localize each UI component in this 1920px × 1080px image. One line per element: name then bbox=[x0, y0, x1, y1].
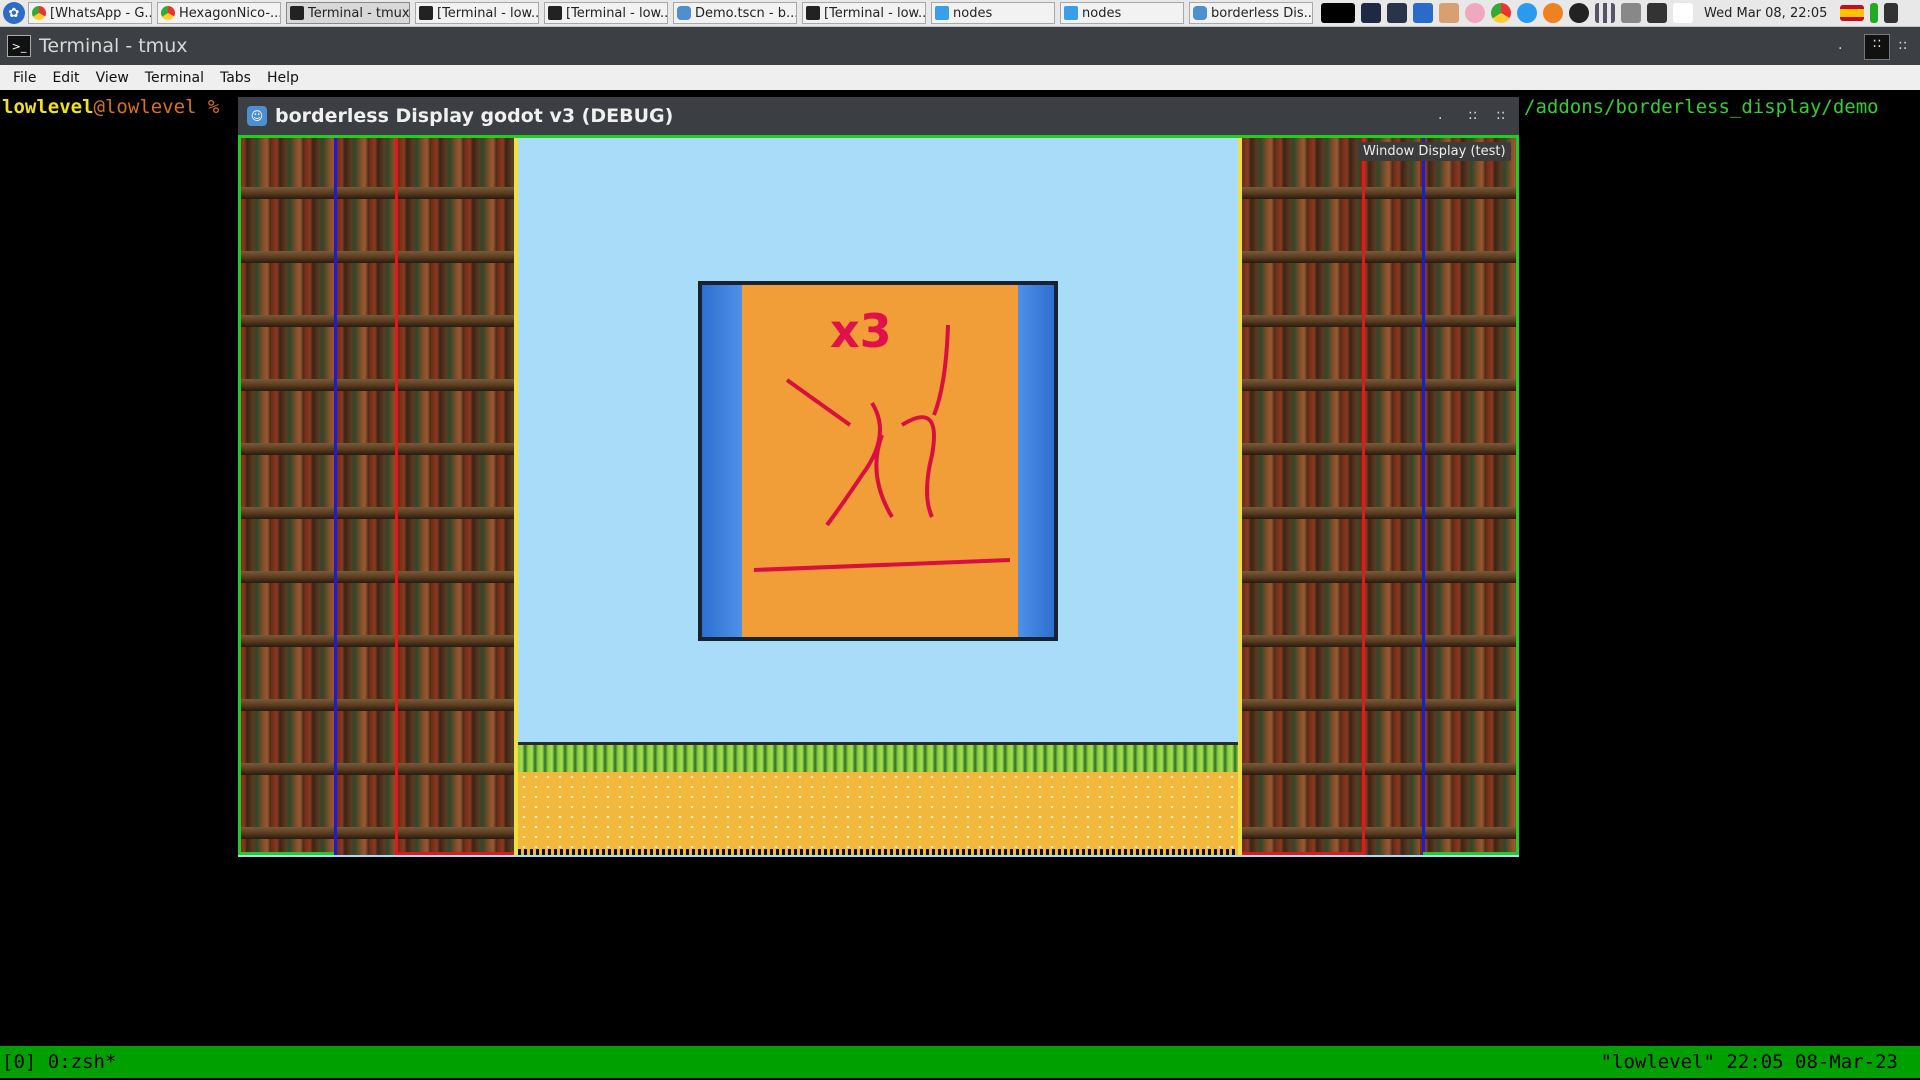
app-menu-icon[interactable]: ✿ bbox=[3, 2, 25, 24]
game-picture: x3 bbox=[698, 281, 1058, 641]
task-label: [Terminal - low... bbox=[824, 5, 926, 21]
task-label: [Terminal - low... bbox=[437, 5, 539, 21]
paint-icon[interactable] bbox=[1439, 3, 1459, 23]
task-label: Terminal - tmux bbox=[308, 5, 410, 21]
menu-tabs[interactable]: Tabs bbox=[217, 70, 254, 86]
picture-blue-left bbox=[702, 285, 742, 637]
battery-icon[interactable] bbox=[1870, 3, 1879, 23]
task-label: [Terminal - low... bbox=[566, 5, 668, 21]
task-label: [WhatsApp - G... bbox=[50, 5, 152, 21]
tmux-window-list[interactable]: [0] 0:zsh* bbox=[2, 1051, 116, 1073]
task-demo-tscn[interactable]: Demo.tscn - b... bbox=[673, 2, 797, 24]
task-label: Demo.tscn - b... bbox=[695, 5, 797, 21]
maximize-icon[interactable]: :: bbox=[1468, 107, 1477, 123]
menu-terminal[interactable]: Terminal bbox=[142, 70, 207, 86]
task-label: HexagonNico-... bbox=[179, 5, 281, 21]
right-blue-frame bbox=[1362, 135, 1425, 855]
terminal-title: Terminal - tmux bbox=[39, 35, 188, 57]
close-icon[interactable]: :: bbox=[1496, 107, 1505, 123]
minimize-icon[interactable]: . bbox=[1838, 37, 1842, 53]
tmux-status-right: "lowlevel" 22:05 08-Mar-23 bbox=[1600, 1051, 1898, 1073]
left-blue-frame bbox=[334, 135, 398, 855]
right-green-frame bbox=[1423, 135, 1519, 855]
folder-icon bbox=[1064, 6, 1078, 20]
task-label: nodes bbox=[953, 5, 993, 21]
ground-edge bbox=[518, 849, 1238, 855]
chrome-tray-icon[interactable] bbox=[1491, 3, 1511, 23]
chrome-icon bbox=[32, 6, 46, 20]
system-monitor-icon[interactable] bbox=[1361, 3, 1381, 23]
obs-icon[interactable] bbox=[1569, 3, 1589, 23]
clock[interactable]: Wed Mar 08, 22:05 bbox=[1704, 6, 1827, 21]
x3-label: x3 bbox=[830, 304, 892, 358]
window-display-tooltip: Window Display (test) bbox=[1358, 142, 1511, 161]
top-taskbar: ✿ [WhatsApp - G... HexagonNico-... Termi… bbox=[0, 0, 1920, 27]
menu-view[interactable]: View bbox=[93, 70, 132, 86]
menu-help[interactable]: Help bbox=[264, 70, 302, 86]
edge-icon[interactable] bbox=[1517, 3, 1537, 23]
godot-icon bbox=[677, 6, 691, 20]
godot-window-title: borderless Display godot v3 (DEBUG) bbox=[275, 105, 674, 127]
prompt-user: lowlevel bbox=[2, 96, 94, 118]
terminal-tray-icon[interactable] bbox=[1387, 3, 1407, 23]
picture-orange-card: x3 bbox=[742, 285, 1018, 637]
task-terminal-low-1[interactable]: [Terminal - low... bbox=[415, 2, 539, 24]
prompt-host: @lowlevel % bbox=[93, 96, 220, 118]
task-label: nodes bbox=[1082, 5, 1122, 21]
task-terminal-tmux[interactable]: Terminal - tmux bbox=[286, 2, 410, 24]
terminal-menubar: File Edit View Terminal Tabs Help bbox=[0, 65, 1920, 90]
godot-titlebar[interactable]: ☺ borderless Display godot v3 (DEBUG) . … bbox=[238, 97, 1519, 135]
task-nodes-1[interactable]: nodes bbox=[931, 2, 1055, 24]
right-red-frame bbox=[1242, 135, 1365, 855]
close-icon[interactable]: :: bbox=[1898, 37, 1907, 53]
godot-icon: ☺ bbox=[247, 106, 267, 126]
task-borderless-display[interactable]: borderless Dis... bbox=[1189, 2, 1313, 24]
task-terminal-low-2[interactable]: [Terminal - low... bbox=[544, 2, 668, 24]
picture-blue-right bbox=[1018, 285, 1054, 637]
left-red-frame bbox=[395, 135, 518, 855]
task-hexagonnico[interactable]: HexagonNico-... bbox=[157, 2, 281, 24]
godot-window[interactable]: ☺ borderless Display godot v3 (DEBUG) . … bbox=[238, 97, 1519, 857]
tmux-status-bar: [0] 0:zsh* "lowlevel" 22:05 08-Mar-23 bbox=[0, 1046, 1920, 1078]
blender-icon[interactable] bbox=[1543, 3, 1563, 23]
terminal-icon: >_ bbox=[7, 35, 31, 57]
pink-app-icon[interactable] bbox=[1465, 3, 1485, 23]
black-window-icon[interactable] bbox=[1321, 3, 1355, 23]
spain-flag-icon[interactable] bbox=[1840, 5, 1865, 21]
terminal-icon bbox=[419, 6, 433, 20]
task-nodes-2[interactable]: nodes bbox=[1060, 2, 1184, 24]
task-whatsapp[interactable]: [WhatsApp - G... bbox=[28, 2, 152, 24]
terminal-icon bbox=[548, 6, 562, 20]
shell-prompt: lowlevel@lowlevel % bbox=[2, 96, 219, 118]
folder-icon bbox=[935, 6, 949, 20]
terminal-titlebar[interactable]: >_ Terminal - tmux . :: :: bbox=[0, 27, 1920, 65]
dropdown-icon[interactable] bbox=[1673, 3, 1693, 23]
minimize-icon[interactable]: . bbox=[1438, 107, 1442, 123]
working-directory-text: /addons/borderless_display/demo bbox=[1524, 96, 1879, 118]
grass-strip bbox=[518, 742, 1238, 775]
writer-icon[interactable] bbox=[1413, 3, 1433, 23]
scribble-drawing: x3 bbox=[753, 304, 1011, 572]
volume-icon[interactable] bbox=[1884, 3, 1899, 23]
maximize-icon[interactable]: :: bbox=[1864, 34, 1890, 60]
menu-file[interactable]: File bbox=[10, 70, 39, 86]
terminal-icon bbox=[806, 6, 820, 20]
terminal-icon bbox=[290, 6, 304, 20]
menu-edit[interactable]: Edit bbox=[49, 70, 82, 86]
left-green-frame bbox=[238, 135, 336, 855]
chrome-icon bbox=[161, 6, 175, 20]
sand-ground bbox=[518, 772, 1238, 855]
top-green-line bbox=[238, 135, 1519, 138]
feather-icon[interactable] bbox=[1621, 3, 1641, 23]
bluetooth-icon[interactable] bbox=[1647, 3, 1667, 23]
godot-icon bbox=[1193, 6, 1207, 20]
network-icon[interactable] bbox=[1595, 3, 1615, 23]
task-terminal-low-3[interactable]: [Terminal - low... bbox=[802, 2, 926, 24]
task-label: borderless Dis... bbox=[1211, 5, 1313, 21]
